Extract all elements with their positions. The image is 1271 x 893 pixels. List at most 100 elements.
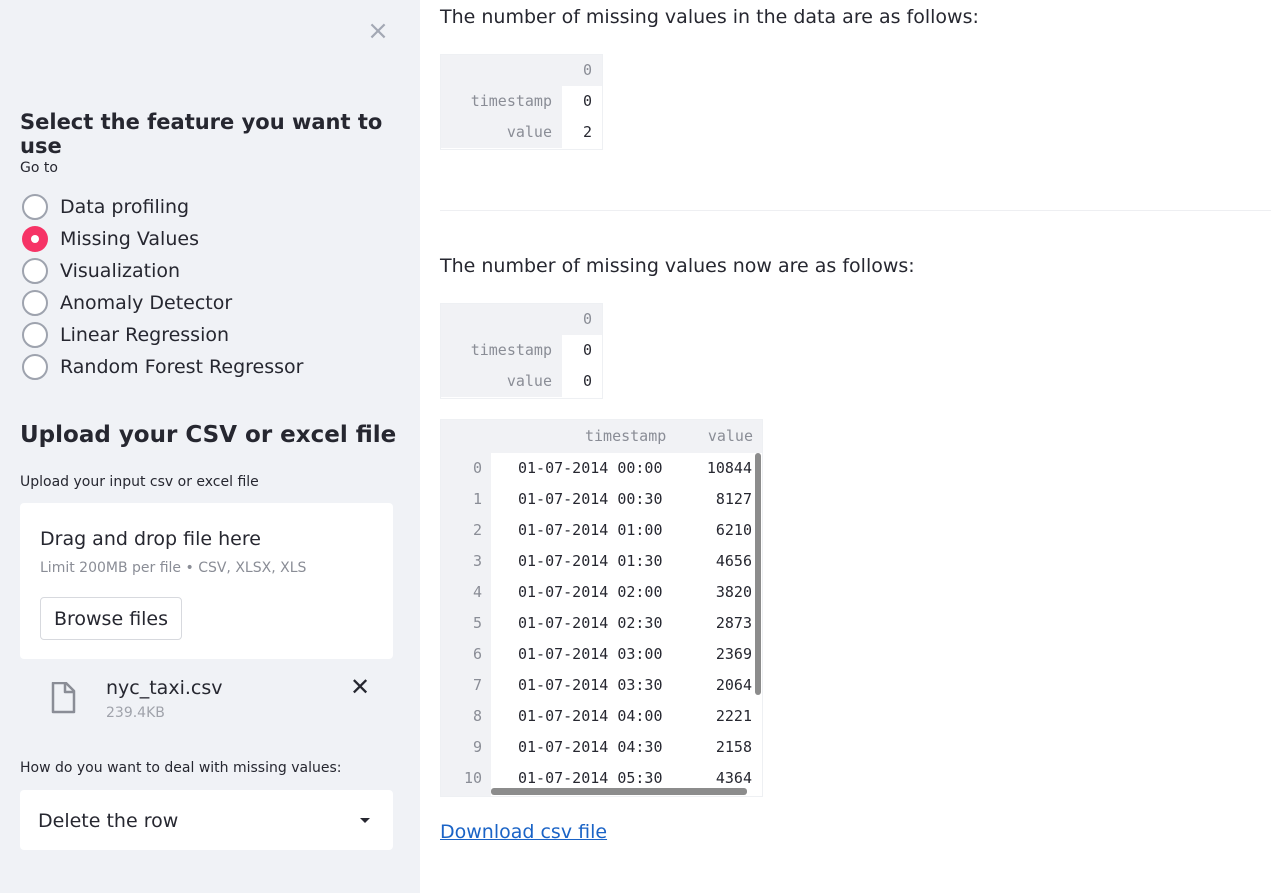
upload-label: Upload your input csv or excel file xyxy=(20,474,259,490)
table-row[interactable]: 0 01-07-2014 00:00 10844 xyxy=(441,453,762,484)
close-icon[interactable]: × xyxy=(367,18,389,44)
divider xyxy=(440,210,1271,211)
row-index: 1 xyxy=(472,490,482,508)
cell-timestamp: 01-07-2014 00:00 xyxy=(518,459,663,477)
before-missing-table: 0 timestamp 0 value 2 xyxy=(440,54,603,150)
radio-option[interactable]: Data profiling xyxy=(22,191,303,223)
uploaded-file-size: 239.4KB xyxy=(106,705,165,721)
table-row: timestamp 0 xyxy=(441,335,602,366)
row-index: 5 xyxy=(472,614,482,632)
missing-values-select[interactable]: Delete the row xyxy=(20,790,393,850)
cell-value: 0 xyxy=(562,335,602,366)
radio-option[interactable]: Linear Regression xyxy=(22,319,303,351)
file-dropzone[interactable]: Drag and drop file here Limit 200MB per … xyxy=(20,503,393,659)
cell-timestamp: 01-07-2014 00:30 xyxy=(518,490,663,508)
uploaded-file-name: nyc_taxi.csv xyxy=(106,677,223,699)
missing-values-selected: Delete the row xyxy=(38,810,179,832)
radio-option-label: Random Forest Regressor xyxy=(60,356,304,378)
cell-value: 2 xyxy=(562,117,602,148)
row-index: 8 xyxy=(472,707,482,725)
after-text: The number of missing values now are as … xyxy=(440,255,915,277)
download-csv-link[interactable]: Download csv file xyxy=(440,821,607,843)
vertical-scrollbar[interactable] xyxy=(755,453,761,695)
radio-selected-icon[interactable] xyxy=(22,226,48,252)
cell-value: 2369 xyxy=(715,645,752,663)
table-header: 0 xyxy=(441,55,602,86)
table-row[interactable]: 7 01-07-2014 03:30 2064 xyxy=(441,670,762,701)
data-table[interactable]: timestamp value 0 01-07-2014 00:00 10844 1 0… xyxy=(440,419,763,797)
cell-value: 3820 xyxy=(715,583,752,601)
radio-option-label: Data profiling xyxy=(60,196,190,218)
column-header-value[interactable]: value xyxy=(708,420,753,453)
cell-timestamp: 01-07-2014 01:30 xyxy=(518,552,663,570)
cell-value: 10844 xyxy=(706,459,752,477)
dropzone-limit: Limit 200MB per file • CSV, XLSX, XLS xyxy=(40,560,307,576)
radio-unselected-icon[interactable] xyxy=(22,322,48,348)
row-header: value xyxy=(441,117,562,148)
table-row[interactable]: 3 01-07-2014 01:30 4656 xyxy=(441,546,762,577)
chevron-down-icon xyxy=(360,818,370,823)
row-index: 4 xyxy=(472,583,482,601)
column-header-timestamp[interactable]: timestamp xyxy=(585,420,666,453)
cell-timestamp: 01-07-2014 02:30 xyxy=(518,614,663,632)
data-table-header: timestamp value xyxy=(441,420,762,453)
after-missing-table: 0 timestamp 0 value 0 xyxy=(440,303,603,399)
radio-option-label: Linear Regression xyxy=(60,324,230,346)
radio-option-label: Missing Values xyxy=(60,228,199,250)
table-row[interactable]: 9 01-07-2014 04:30 2158 xyxy=(441,732,762,763)
row-header: value xyxy=(441,366,562,397)
radio-option[interactable]: Missing Values xyxy=(22,223,303,255)
cell-timestamp: 01-07-2014 02:00 xyxy=(518,583,663,601)
remove-file-icon[interactable]: ✕ xyxy=(349,675,371,699)
sidebar: × Select the feature you want to use Go … xyxy=(0,0,420,893)
radio-option[interactable]: Anomaly Detector xyxy=(22,287,303,319)
before-text: The number of missing values in the data… xyxy=(440,6,979,28)
radio-option[interactable]: Random Forest Regressor xyxy=(22,351,303,383)
cell-value: 0 xyxy=(562,86,602,117)
row-index: 10 xyxy=(463,769,482,787)
cell-value: 2158 xyxy=(715,738,752,756)
cell-value: 2873 xyxy=(715,614,752,632)
table-row[interactable]: 5 01-07-2014 02:30 2873 xyxy=(441,608,762,639)
radio-option-label: Anomaly Detector xyxy=(60,292,233,314)
radio-unselected-icon[interactable] xyxy=(22,258,48,284)
table-row[interactable]: 8 01-07-2014 04:00 2221 xyxy=(441,701,762,732)
browse-files-button[interactable]: Browse files xyxy=(40,597,182,640)
cell-value: 6210 xyxy=(715,521,752,539)
radio-option[interactable]: Visualization xyxy=(22,255,303,287)
radio-unselected-icon[interactable] xyxy=(22,354,48,380)
radio-unselected-icon[interactable] xyxy=(22,194,48,220)
table-row: value 0 xyxy=(441,366,602,397)
cell-value: 2064 xyxy=(715,676,752,694)
horizontal-scrollbar[interactable] xyxy=(491,788,747,795)
column-header: 0 xyxy=(582,310,592,328)
feature-radio-group: Data profiling Missing Values Visualizatio… xyxy=(22,191,303,383)
radio-unselected-icon[interactable] xyxy=(22,290,48,316)
row-index: 9 xyxy=(472,738,482,756)
row-index: 6 xyxy=(472,645,482,663)
cell-value: 8127 xyxy=(715,490,752,508)
feature-heading: Select the feature you want to use xyxy=(20,110,383,158)
upload-heading: Upload your CSV or excel file xyxy=(20,422,397,448)
table-row[interactable]: 1 01-07-2014 00:30 8127 xyxy=(441,484,762,515)
cell-timestamp: 01-07-2014 01:00 xyxy=(518,521,663,539)
table-header: 0 xyxy=(441,304,602,335)
table-row[interactable]: 2 01-07-2014 01:00 6210 xyxy=(441,515,762,546)
cell-timestamp: 01-07-2014 03:00 xyxy=(518,645,663,663)
table-row: value 2 xyxy=(441,117,602,148)
radio-option-label: Visualization xyxy=(60,260,181,282)
table-row[interactable]: 6 01-07-2014 03:00 2369 xyxy=(441,639,762,670)
row-header: timestamp xyxy=(441,335,562,366)
row-index: 3 xyxy=(472,552,482,570)
cell-value: 4656 xyxy=(715,552,752,570)
missing-values-label: How do you want to deal with missing val… xyxy=(20,760,342,776)
cell-value: 2221 xyxy=(715,707,752,725)
row-index: 2 xyxy=(472,521,482,539)
column-header: 0 xyxy=(582,61,592,79)
cell-timestamp: 01-07-2014 04:30 xyxy=(518,738,663,756)
cell-value: 0 xyxy=(562,366,602,397)
table-row[interactable]: 4 01-07-2014 02:00 3820 xyxy=(441,577,762,608)
table-row: timestamp 0 xyxy=(441,86,602,117)
cell-timestamp: 01-07-2014 04:00 xyxy=(518,707,663,725)
row-header: timestamp xyxy=(441,86,562,117)
